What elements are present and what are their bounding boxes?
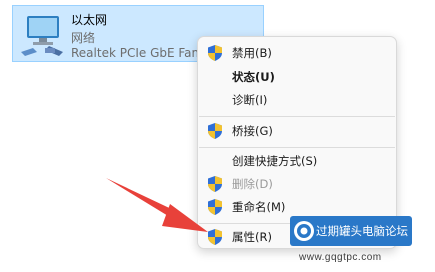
menu-item-bridge[interactable]: 桥接(G) (202, 120, 392, 142)
menu-item-label: 状态(U) (232, 70, 275, 84)
watermark-url: www.gqgtpc.com (299, 252, 382, 263)
menu-separator (199, 116, 395, 117)
menu-item-label: 重命名(M) (232, 200, 286, 214)
menu-item-label: 删除(D) (232, 177, 273, 191)
watermark-banner: 过期罐头电脑论坛 (290, 216, 412, 246)
forum-logo-icon (294, 221, 314, 241)
menu-item-rename[interactable]: 重命名(M) (202, 196, 392, 218)
shield-icon (208, 45, 222, 61)
adapter-name: 以太网 (71, 13, 108, 27)
menu-separator (199, 147, 395, 148)
menu-item-label: 禁用(B) (232, 46, 272, 60)
menu-item-label: 诊断(I) (232, 93, 268, 107)
menu-item-label: 属性(R) (232, 230, 272, 244)
menu-item-create-shortcut[interactable]: 创建快捷方式(S) (202, 150, 392, 172)
menu-item-label: 创建快捷方式(S) (232, 154, 318, 168)
watermark-text: 过期罐头电脑论坛 (316, 224, 408, 238)
network-adapter-icon (21, 16, 63, 56)
menu-item-status[interactable]: 状态(U) (202, 66, 392, 88)
menu-item-disable[interactable]: 禁用(B) (202, 42, 392, 64)
menu-item-diagnose[interactable]: 诊断(I) (202, 89, 392, 111)
adapter-type: 网络 (71, 31, 96, 45)
menu-item-label: 桥接(G) (232, 124, 273, 138)
shield-icon (208, 123, 222, 139)
menu-item-delete: 删除(D) (202, 173, 392, 195)
red-arrow-icon (106, 178, 208, 232)
